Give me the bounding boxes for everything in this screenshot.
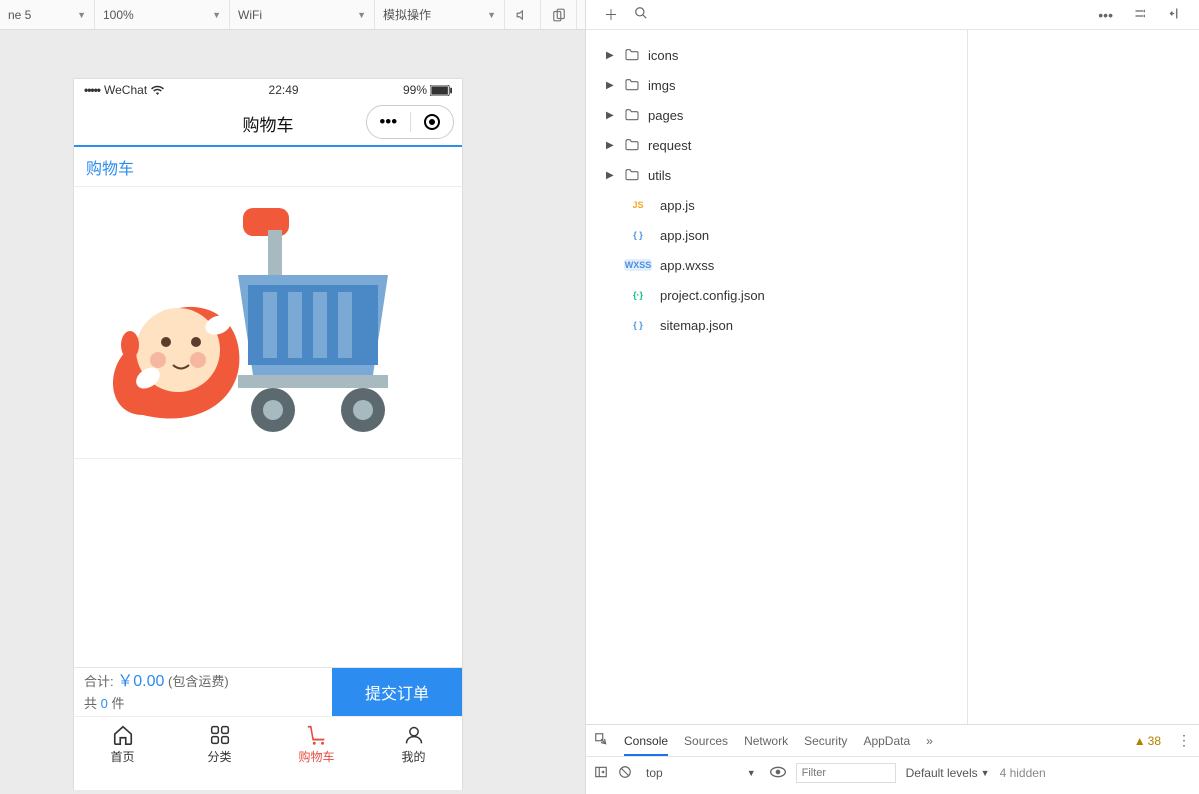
console-tab-security[interactable]: Security (804, 734, 847, 748)
devtools-panel: ＋ ••• ▶icons▶imgs▶pages▶request▶utilsJSa… (585, 0, 1199, 724)
live-expr-icon[interactable] (770, 765, 786, 781)
simulator-area: ••••• WeChat 22:49 99% 购物车 ••• 购物车 (0, 30, 585, 794)
submit-order-button[interactable]: 提交订单 (332, 668, 462, 716)
clear-console-icon[interactable] (618, 765, 632, 782)
chevron-down-icon: ▼ (212, 10, 221, 20)
tab-home[interactable]: 首页 (74, 717, 171, 771)
user-icon (404, 724, 424, 746)
console-tab-more[interactable]: » (926, 734, 933, 748)
capsule-close-button[interactable] (411, 114, 454, 130)
mute-button[interactable] (505, 0, 541, 29)
settings-icon[interactable] (1133, 6, 1148, 24)
shipping-note: (包含运费) (168, 674, 229, 689)
tab-profile[interactable]: 我的 (365, 717, 462, 771)
inspect-icon[interactable] (594, 732, 608, 749)
tab-category[interactable]: 分类 (171, 717, 268, 771)
device-select[interactable]: ne 5▼ (0, 0, 95, 29)
collapse-icon[interactable] (1168, 6, 1183, 24)
devtools-toolbar: ＋ ••• (586, 0, 1199, 30)
console-panel: Console Sources Network Security AppData… (585, 724, 1199, 794)
chevron-right-icon: ▶ (606, 110, 616, 121)
page-header: 购物车 ••• (74, 101, 462, 145)
filetype-icon: JS (624, 199, 652, 211)
console-tabs: Console Sources Network Security AppData… (586, 725, 1199, 757)
capsule-menu: ••• (366, 105, 454, 139)
console-tab-appdata[interactable]: AppData (863, 734, 910, 748)
console-tab-sources[interactable]: Sources (684, 734, 728, 748)
tab-cart[interactable]: 购物车 (268, 717, 365, 771)
console-sidebar-icon[interactable] (594, 765, 608, 782)
empty-cart-illustration (74, 187, 462, 459)
tab-bar: 首页 分类 购物车 我的 (74, 716, 462, 771)
filetype-icon: { } (624, 229, 652, 241)
clock-label: 22:49 (269, 83, 299, 97)
carrier-label: WeChat (104, 83, 147, 97)
capsule-more-button[interactable]: ••• (367, 112, 410, 132)
filetype-icon: WXSS (624, 259, 652, 271)
cart-summary-bar: 合计: ￥0.00 (包含运费) 共 0 件 提交订单 (74, 667, 462, 716)
hidden-count: 4 hidden (1000, 766, 1046, 780)
chevron-down-icon: ▼ (357, 10, 366, 20)
rotate-button[interactable] (541, 0, 577, 29)
more-button[interactable]: ••• (1098, 7, 1113, 23)
total-label: 合计: (84, 674, 114, 689)
chevron-down-icon: ▼ (77, 10, 86, 20)
simulator-frame: ••••• WeChat 22:49 99% 购物车 ••• 购物车 (73, 78, 463, 790)
console-menu-icon[interactable]: ⋮ (1177, 732, 1191, 749)
warning-count[interactable]: ▲ 38 (1134, 734, 1161, 748)
battery-label: 99% (403, 83, 427, 97)
filter-input[interactable] (796, 763, 896, 783)
page-title: 购物车 (243, 111, 294, 136)
item-count: 0 (101, 696, 108, 711)
dev-right-column (967, 30, 1199, 724)
network-select[interactable]: WiFi▼ (230, 0, 375, 29)
search-button[interactable] (634, 6, 648, 23)
chevron-right-icon: ▶ (606, 80, 616, 91)
simulate-select[interactable]: 模拟操作▼ (375, 0, 505, 29)
chevron-right-icon: ▶ (606, 140, 616, 151)
add-button[interactable]: ＋ (604, 5, 618, 25)
console-tab-network[interactable]: Network (744, 734, 788, 748)
context-select[interactable]: top▼ (642, 766, 760, 780)
filetype-icon: { } (624, 319, 652, 331)
signal-icon: ••••• (84, 83, 100, 97)
target-icon (424, 114, 440, 130)
console-toolbar: top▼ Default levels ▼ 4 hidden (586, 757, 1199, 789)
zoom-select[interactable]: 100%▼ (95, 0, 230, 29)
chevron-right-icon: ▶ (606, 170, 616, 181)
chevron-down-icon: ▼ (487, 10, 496, 20)
log-levels-select[interactable]: Default levels ▼ (906, 766, 990, 780)
grid-icon (210, 724, 230, 746)
cart-icon (306, 724, 328, 746)
battery-icon (430, 85, 452, 96)
status-bar: ••••• WeChat 22:49 99% (74, 79, 462, 101)
home-icon (112, 724, 134, 746)
cart-section-title: 购物车 (74, 145, 462, 187)
console-tab-console[interactable]: Console (624, 734, 668, 756)
wifi-icon (151, 85, 164, 95)
chevron-right-icon: ▶ (606, 50, 616, 61)
filetype-icon: {·} (624, 289, 652, 301)
